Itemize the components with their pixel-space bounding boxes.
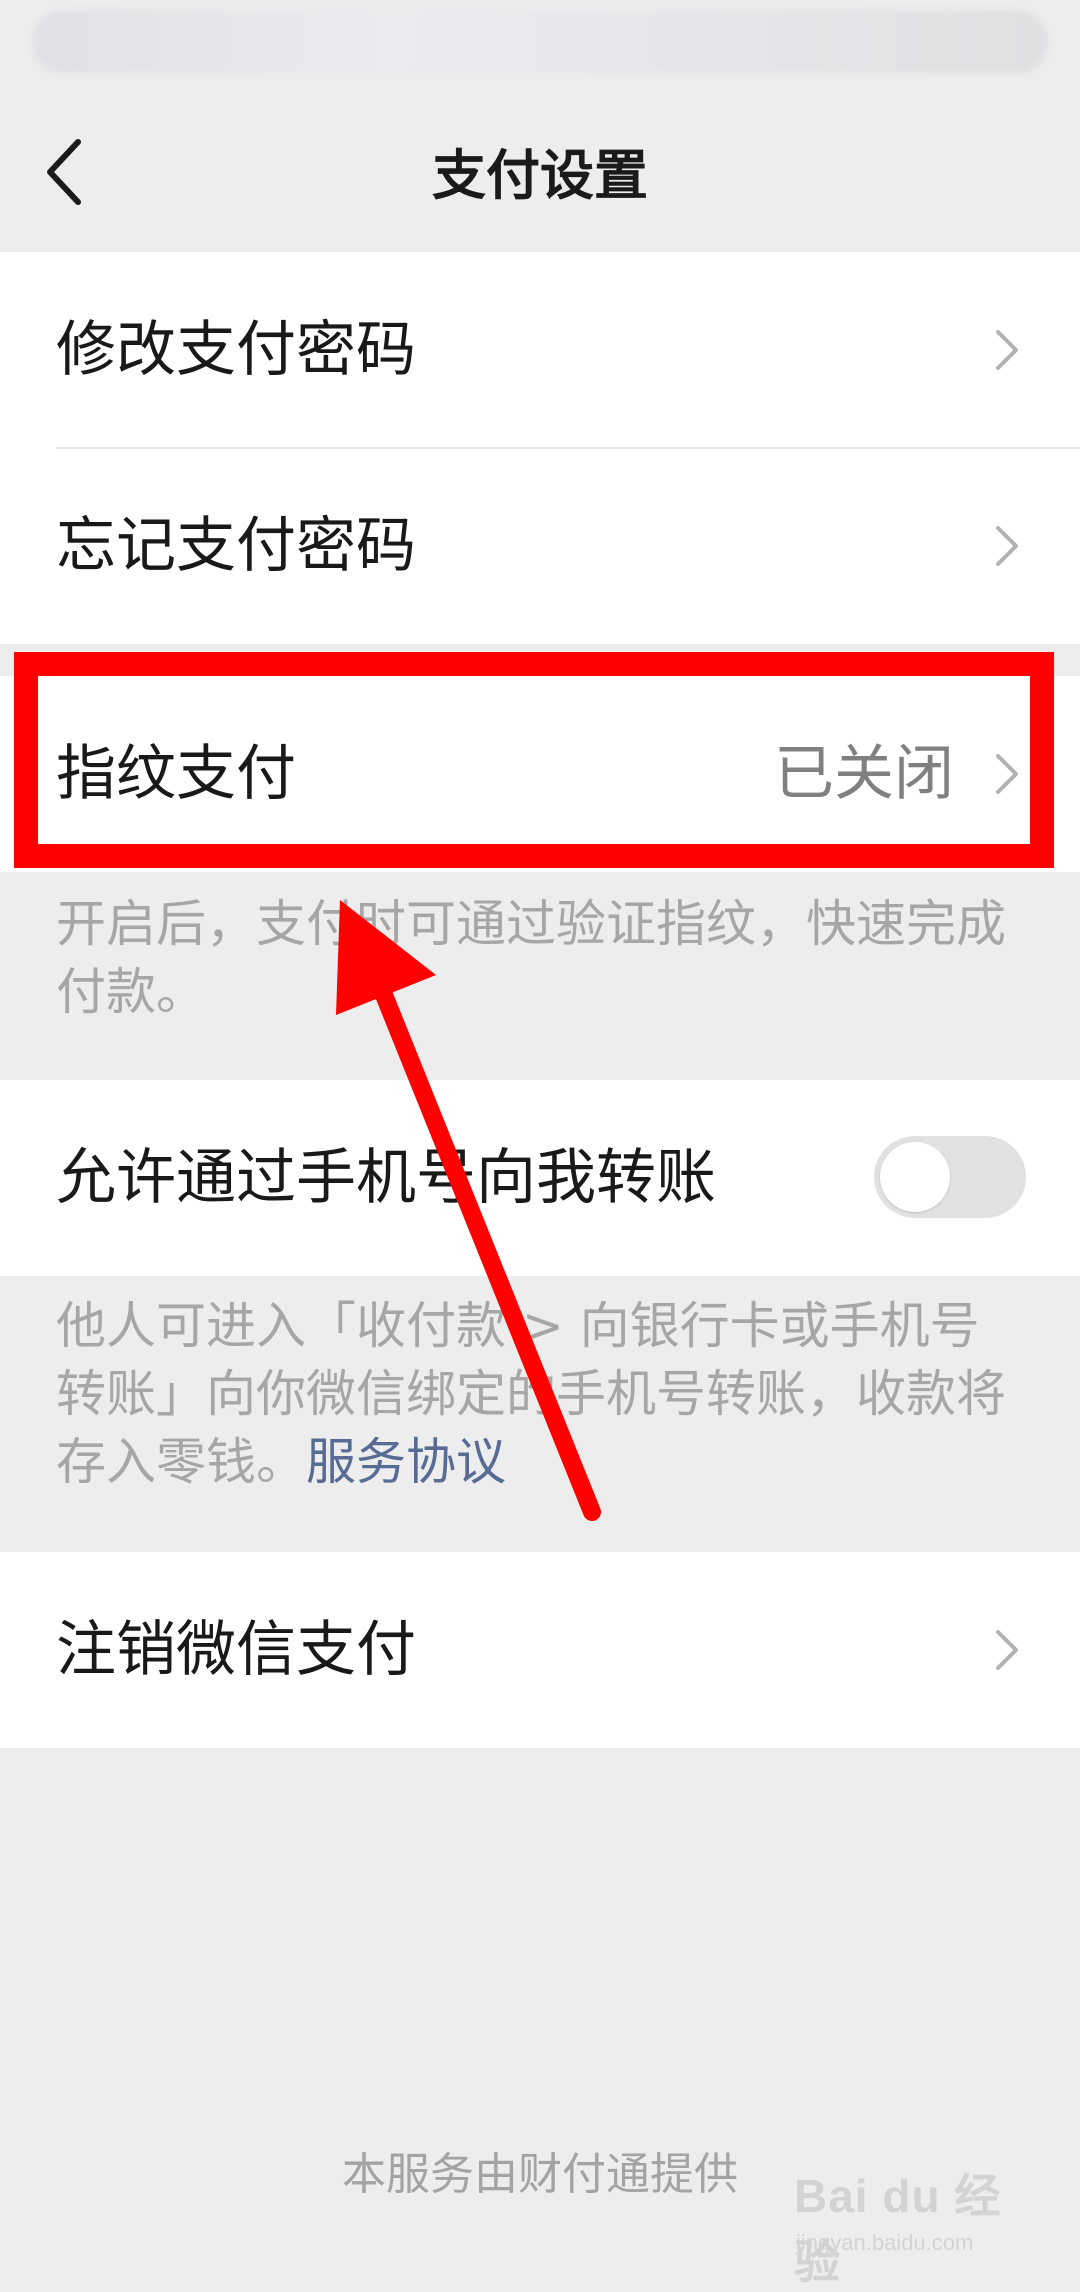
baidu-jingyan-watermark: Bai du 经验 jingyan.baidu.com [790,2160,1040,2288]
watermark-url: jingyan.baidu.com [796,2230,974,2255]
watermark-brand: Bai du 经验 [794,2170,1002,2288]
annotation-arrow [336,900,601,1521]
